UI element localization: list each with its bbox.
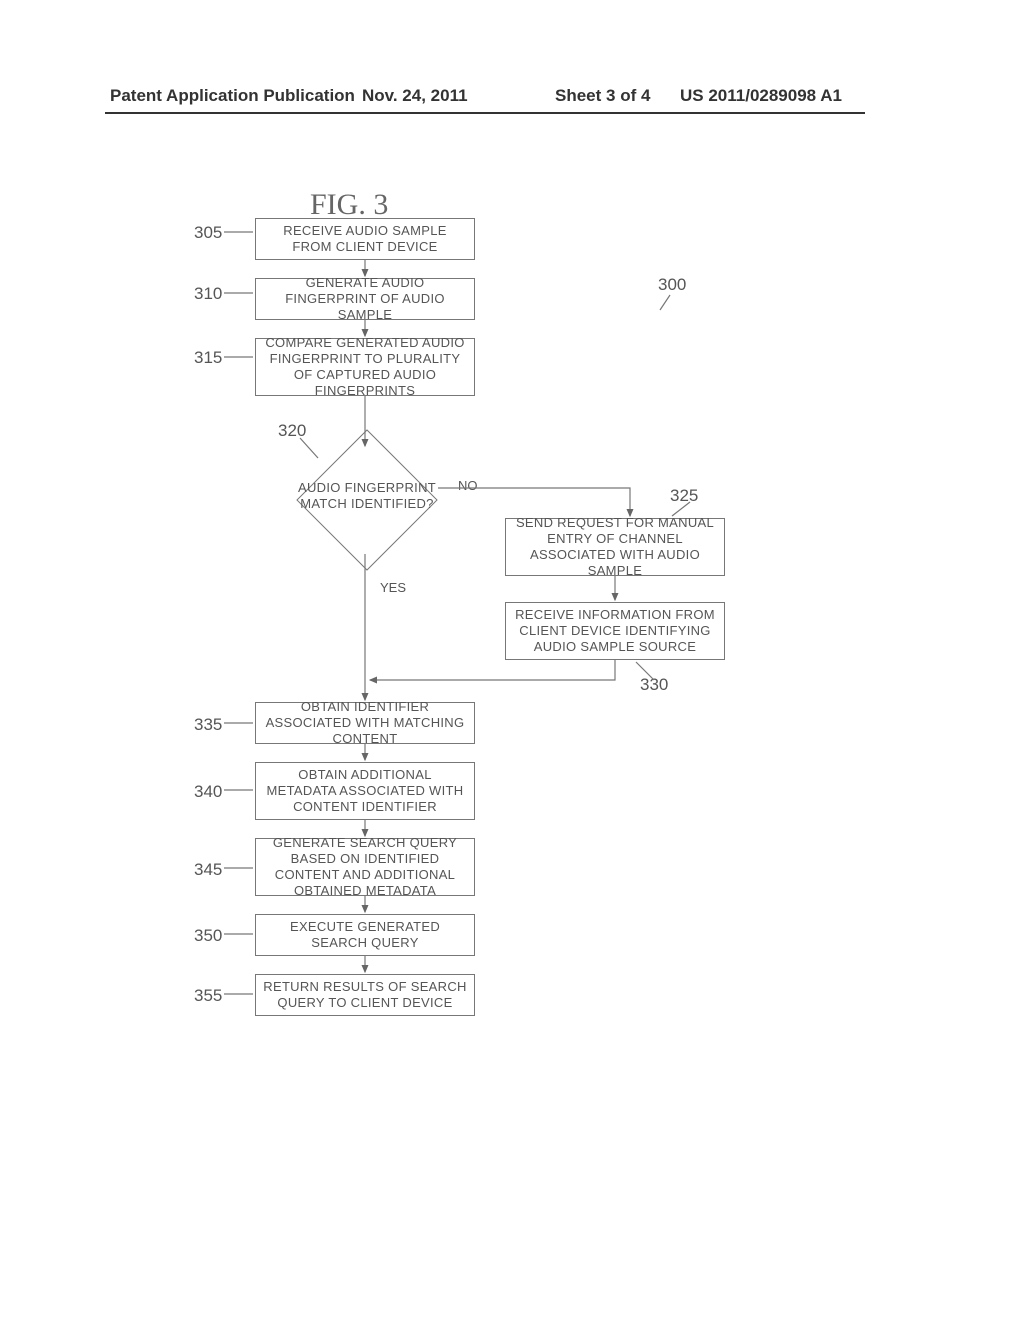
edge-no-label: NO <box>458 478 478 493</box>
ref-305: 305 <box>194 223 222 243</box>
header-pubno: US 2011/0289098 A1 <box>680 86 842 106</box>
ref-355: 355 <box>194 986 222 1006</box>
box-315: COMPARE GENERATED AUDIO FINGERPRINT TO P… <box>255 338 475 396</box>
decision-320-text: AUDIO FINGERPRINT MATCH IDENTIFIED? <box>297 480 437 513</box>
box-325: SEND REQUEST FOR MANUAL ENTRY OF CHANNEL… <box>505 518 725 576</box>
box-345: GENERATE SEARCH QUERY BASED ON IDENTIFIE… <box>255 838 475 896</box>
ref-310: 310 <box>194 284 222 304</box>
box-330: RECEIVE INFORMATION FROM CLIENT DEVICE I… <box>505 602 725 660</box>
header-publication: Patent Application Publication <box>110 86 355 106</box>
ref-350: 350 <box>194 926 222 946</box>
ref-315: 315 <box>194 348 222 368</box>
edge-yes-label: YES <box>380 580 406 595</box>
ref-345: 345 <box>194 860 222 880</box>
ref-335: 335 <box>194 715 222 735</box>
flowchart-figure: FIG. 3 300 305 RECEIVE AUDIO SAMPLE FROM… <box>0 140 1024 1300</box>
header-date: Nov. 24, 2011 <box>362 86 468 106</box>
ref-325: 325 <box>670 486 698 506</box>
box-355: RETURN RESULTS OF SEARCH QUERY TO CLIENT… <box>255 974 475 1016</box>
box-305: RECEIVE AUDIO SAMPLE FROM CLIENT DEVICE <box>255 218 475 260</box>
header-divider <box>105 112 865 114</box>
ref-300: 300 <box>658 275 686 295</box>
figure-title: FIG. 3 <box>310 188 388 222</box>
box-340: OBTAIN ADDITIONAL METADATA ASSOCIATED WI… <box>255 762 475 820</box>
decision-320: AUDIO FINGERPRINT MATCH IDENTIFIED? <box>267 430 467 570</box>
box-335: OBTAIN IDENTIFIER ASSOCIATED WITH MATCHI… <box>255 702 475 744</box>
ref-340: 340 <box>194 782 222 802</box>
flow-arrows <box>0 140 1024 1300</box>
box-350: EXECUTE GENERATED SEARCH QUERY <box>255 914 475 956</box>
ref-330: 330 <box>640 675 668 695</box>
box-310: GENERATE AUDIO FINGERPRINT OF AUDIO SAMP… <box>255 278 475 320</box>
header-sheet: Sheet 3 of 4 <box>555 86 650 106</box>
